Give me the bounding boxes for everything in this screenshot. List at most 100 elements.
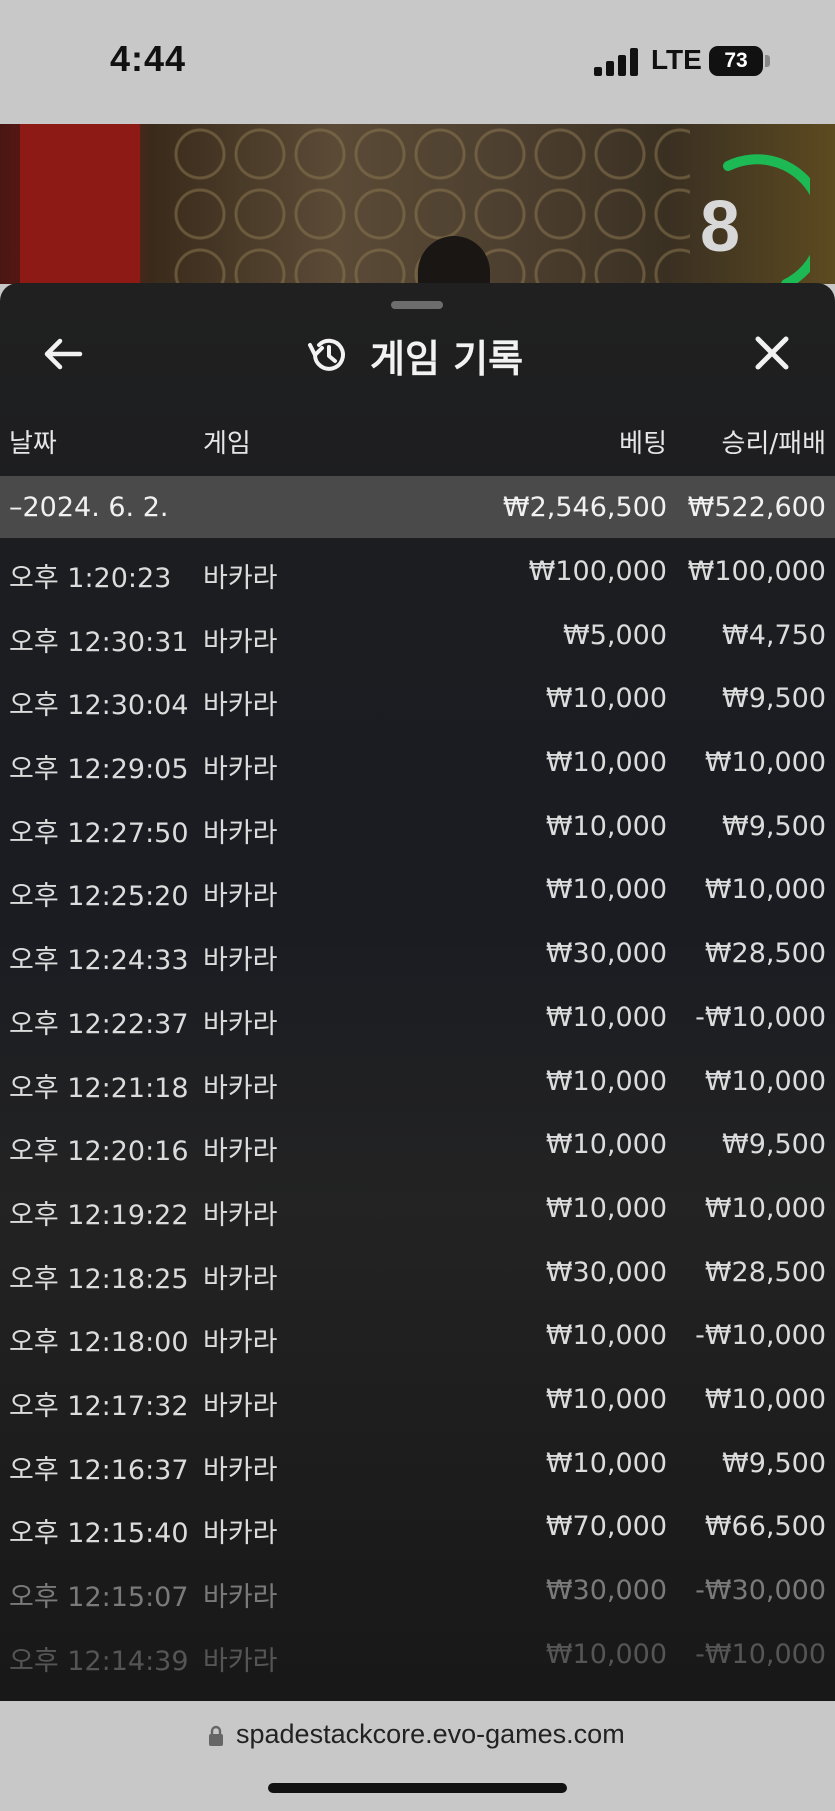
row-game: 바카라 xyxy=(203,563,278,594)
table-row[interactable]: 오후 12:19:22 바카라 ₩10,000 ₩10,000 xyxy=(0,1175,835,1239)
column-date: 날짜 xyxy=(9,429,57,459)
table-row[interactable]: 오후 12:24:33 바카라 ₩30,000 ₩28,500 xyxy=(0,920,835,984)
row-result: ₩100,000 xyxy=(687,556,826,587)
sheet-header: 게임 기록 xyxy=(306,327,523,383)
row-time: 오후 12:30:04 xyxy=(9,690,189,722)
sheet-drag-handle[interactable] xyxy=(391,301,443,309)
history-list: 오후 1:20:23 바카라 ₩100,000 ₩100,000 오후 12:30:31… xyxy=(0,538,835,1684)
group-total-bet: ₩2,546,500 xyxy=(502,492,667,523)
row-game: 바카라 xyxy=(203,626,278,658)
table-row[interactable]: 오후 12:15:07 바카라 ₩30,000 -₩30,000 xyxy=(0,1557,835,1621)
table-row[interactable]: 오후 1:20:23 바카라 ₩100,000 ₩100,000 xyxy=(0,538,835,602)
close-icon[interactable] xyxy=(752,333,792,373)
table-row[interactable]: 오후 12:22:37 바카라 ₩10,000 -₩10,000 xyxy=(0,984,835,1048)
table-row[interactable]: 오후 12:15:40 바카라 ₩70,000 ₩66,500 xyxy=(0,1493,835,1557)
row-result: ₩9,500 xyxy=(722,1129,826,1161)
row-bet: ₩10,000 xyxy=(545,1383,667,1415)
table-row[interactable]: 오후 12:14:39 바카라 ₩10,000 -₩10,000 xyxy=(0,1621,835,1685)
date-group-row[interactable]: –2024. 6. 2. ₩2,546,500 ₩522,600 xyxy=(0,476,835,538)
game-history-sheet: 게임 기록 날짜 게임 베팅 승리/패배 –2024. 6. 2. ₩2,546… xyxy=(0,283,835,1701)
row-game: 바카라 xyxy=(203,1454,278,1486)
row-time: 오후 12:15:40 xyxy=(9,1518,189,1550)
row-result: ₩10,000 xyxy=(704,747,826,779)
table-row[interactable]: 오후 12:29:05 바카라 ₩10,000 ₩10,000 xyxy=(0,729,835,793)
table-row[interactable]: 오후 12:20:16 바카라 ₩10,000 ₩9,500 xyxy=(0,1111,835,1175)
row-result: ₩28,500 xyxy=(704,938,826,970)
group-date: –2024. 6. 2. xyxy=(9,492,169,523)
lock-icon xyxy=(209,1725,223,1746)
row-bet: ₩10,000 xyxy=(545,1001,667,1033)
row-time: 오후 12:25:20 xyxy=(9,881,189,913)
row-result: ₩10,000 xyxy=(704,1192,826,1224)
row-bet: ₩5,000 xyxy=(563,619,667,651)
video-curtain xyxy=(20,124,140,284)
row-game: 바카라 xyxy=(203,881,278,913)
row-time: 오후 12:20:16 xyxy=(9,1136,189,1168)
row-result: ₩9,500 xyxy=(722,1447,826,1479)
row-bet: ₩30,000 xyxy=(545,938,667,970)
table-row[interactable]: 오후 12:18:25 바카라 ₩30,000 ₩28,500 xyxy=(0,1239,835,1303)
home-indicator[interactable] xyxy=(268,1783,567,1793)
row-result: ₩10,000 xyxy=(704,1065,826,1097)
row-bet: ₩30,000 xyxy=(545,1575,667,1606)
column-game: 게임 xyxy=(203,429,251,459)
table-row[interactable]: 오후 12:30:04 바카라 ₩10,000 ₩9,500 xyxy=(0,665,835,729)
row-result: ₩4,750 xyxy=(722,619,826,651)
row-game: 바카라 xyxy=(203,1582,278,1613)
row-game: 바카라 xyxy=(203,1645,278,1677)
table-row[interactable]: 오후 12:18:00 바카라 ₩10,000 -₩10,000 xyxy=(0,1302,835,1366)
row-time: 오후 12:29:05 xyxy=(9,754,189,786)
row-bet: ₩10,000 xyxy=(545,683,667,715)
row-result: -₩10,000 xyxy=(695,1638,826,1670)
column-bet: 베팅 xyxy=(619,429,667,459)
browser-url-bar[interactable]: spadestackcore.evo-games.com xyxy=(0,1701,835,1811)
table-row[interactable]: 오후 12:16:37 바카라 ₩10,000 ₩9,500 xyxy=(0,1430,835,1494)
page-title: 게임 기록 xyxy=(370,336,524,381)
row-bet: ₩10,000 xyxy=(545,1447,667,1479)
row-time: 오후 12:14:39 xyxy=(9,1645,189,1677)
row-result: ₩10,000 xyxy=(704,874,826,906)
status-time: 4:44 xyxy=(110,38,187,79)
row-time: 오후 1:20:23 xyxy=(9,563,172,594)
row-result: ₩28,500 xyxy=(704,1256,826,1288)
table-row[interactable]: 오후 12:30:31 바카라 ₩5,000 ₩4,750 xyxy=(0,602,835,666)
table-row[interactable]: 오후 12:25:20 바카라 ₩10,000 ₩10,000 xyxy=(0,856,835,920)
row-game: 바카라 xyxy=(203,1263,278,1295)
row-game: 바카라 xyxy=(203,1518,278,1550)
row-game: 바카라 xyxy=(203,945,278,977)
row-game: 바카라 xyxy=(203,754,278,786)
signal-icon xyxy=(594,48,638,76)
battery-tip xyxy=(765,55,770,67)
row-bet: ₩30,000 xyxy=(545,1256,667,1288)
table-row[interactable]: 오후 12:27:50 바카라 ₩10,000 ₩9,500 xyxy=(0,793,835,857)
arrow-left-icon[interactable] xyxy=(40,331,86,377)
row-game: 바카라 xyxy=(203,1008,278,1040)
group-total-result: ₩522,600 xyxy=(687,492,826,523)
row-time: 오후 12:27:50 xyxy=(9,817,189,849)
row-time: 오후 12:24:33 xyxy=(9,945,189,977)
row-result: -₩10,000 xyxy=(695,1320,826,1352)
row-game: 바카라 xyxy=(203,690,278,722)
row-bet: ₩10,000 xyxy=(545,1065,667,1097)
row-result: -₩30,000 xyxy=(695,1575,826,1606)
row-time: 오후 12:30:31 xyxy=(9,626,189,658)
row-result: ₩66,500 xyxy=(704,1511,826,1543)
row-time: 오후 12:19:22 xyxy=(9,1199,189,1231)
row-bet: ₩10,000 xyxy=(545,1638,667,1670)
row-time: 오후 12:18:25 xyxy=(9,1263,189,1295)
row-game: 바카라 xyxy=(203,1390,278,1422)
table-row[interactable]: 오후 12:17:32 바카라 ₩10,000 ₩10,000 xyxy=(0,1366,835,1430)
url-text: spadestackcore.evo-games.com xyxy=(236,1719,625,1749)
row-bet: ₩10,000 xyxy=(545,1192,667,1224)
row-time: 오후 12:18:00 xyxy=(9,1327,189,1359)
row-time: 오후 12:15:07 xyxy=(9,1582,189,1613)
row-result: -₩10,000 xyxy=(695,1001,826,1033)
row-bet: ₩10,000 xyxy=(545,1320,667,1352)
row-bet: ₩10,000 xyxy=(545,874,667,906)
row-game: 바카라 xyxy=(203,1199,278,1231)
row-game: 바카라 xyxy=(203,1136,278,1168)
row-time: 오후 12:22:37 xyxy=(9,1008,189,1040)
row-time: 오후 12:17:32 xyxy=(9,1390,189,1422)
table-row[interactable]: 오후 12:21:18 바카라 ₩10,000 ₩10,000 xyxy=(0,1048,835,1112)
row-bet: ₩10,000 xyxy=(545,747,667,779)
